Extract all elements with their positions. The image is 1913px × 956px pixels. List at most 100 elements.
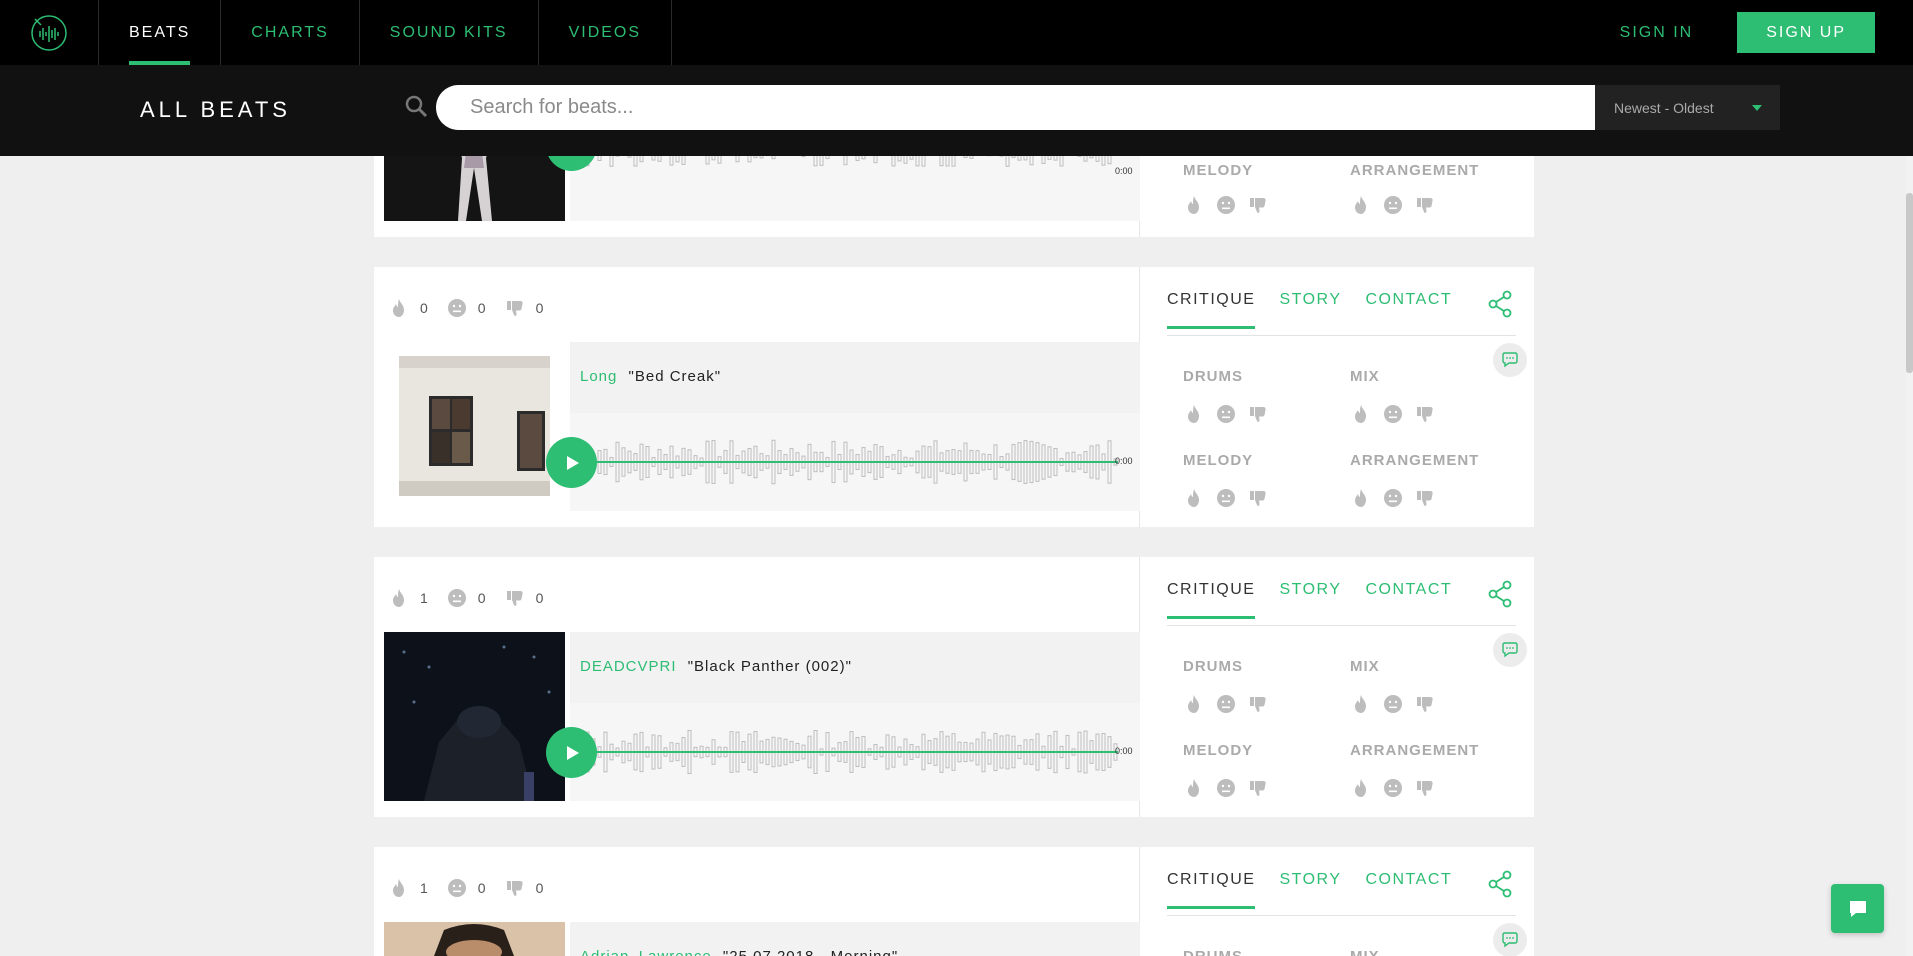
tab-contact[interactable]: CONTACT xyxy=(1366,291,1453,329)
track-info: Adrian_Lawrence "25.07.2018 - Morning" xyxy=(570,922,1140,956)
reaction-counts: 1 0 0 xyxy=(388,587,561,609)
tab-critique[interactable]: CRITIQUE xyxy=(1167,291,1256,329)
thumbs-down-icon[interactable] xyxy=(1414,693,1436,715)
comment-icon[interactable] xyxy=(1493,923,1527,956)
tab-contact[interactable]: CONTACT xyxy=(1366,581,1453,619)
fire-icon[interactable] xyxy=(1350,693,1372,715)
tab-critique[interactable]: CRITIQUE xyxy=(1167,871,1256,909)
thumbs-down-icon[interactable] xyxy=(1414,403,1436,425)
beat-thumbnail[interactable] xyxy=(399,356,550,496)
share-icon[interactable] xyxy=(1485,289,1515,319)
thumbs-down-icon[interactable] xyxy=(1247,487,1269,509)
critique-rating-arrangement xyxy=(1350,487,1446,509)
neutral-face-icon[interactable] xyxy=(1382,777,1404,799)
beat-thumbnail[interactable] xyxy=(384,632,565,801)
tab-story[interactable]: STORY xyxy=(1279,581,1341,619)
neutral-count: 0 xyxy=(477,590,486,606)
nav-sound-kits[interactable]: SOUND KITS xyxy=(360,0,539,65)
sign-up-button[interactable]: SIGN UP xyxy=(1737,12,1875,53)
critique-label-mix: MIX xyxy=(1350,948,1380,956)
tab-critique[interactable]: CRITIQUE xyxy=(1167,581,1256,619)
fire-count: 1 xyxy=(420,880,428,896)
chevron-down-icon xyxy=(1752,105,1762,111)
critique-rating-drums xyxy=(1183,403,1279,425)
thumbs-down-icon[interactable] xyxy=(504,297,526,319)
neutral-face-icon[interactable] xyxy=(1382,403,1404,425)
comment-icon[interactable] xyxy=(1493,343,1527,377)
nav-charts[interactable]: CHARTS xyxy=(221,0,360,65)
neutral-face-icon[interactable] xyxy=(1382,194,1404,216)
thumbs-down-icon[interactable] xyxy=(504,877,526,899)
track-title: "Bed Creak" xyxy=(628,368,722,385)
waveform-bars xyxy=(570,439,1118,485)
thumbs-down-icon[interactable] xyxy=(1247,693,1269,715)
dislike-count: 0 xyxy=(535,590,544,606)
play-button[interactable] xyxy=(546,437,597,488)
nav-beats[interactable]: BEATS xyxy=(99,0,222,65)
neutral-count: 0 xyxy=(477,300,486,316)
critique-label-melody: MELODY xyxy=(1183,452,1254,469)
nav-videos[interactable]: VIDEOS xyxy=(539,0,673,65)
neutral-face-icon[interactable] xyxy=(1215,487,1237,509)
artist-link[interactable]: Adrian_Lawrence xyxy=(580,948,712,956)
chat-button[interactable] xyxy=(1831,884,1884,933)
share-icon[interactable] xyxy=(1485,869,1515,899)
thumbs-down-icon[interactable] xyxy=(1414,777,1436,799)
neutral-face-icon[interactable] xyxy=(1382,693,1404,715)
fire-icon[interactable] xyxy=(1350,403,1372,425)
fire-icon[interactable] xyxy=(1183,487,1205,509)
critique-label-drums: DRUMS xyxy=(1183,368,1243,385)
play-button[interactable] xyxy=(546,727,597,778)
share-icon[interactable] xyxy=(1485,579,1515,609)
neutral-face-icon[interactable] xyxy=(1215,693,1237,715)
thumbs-down-icon[interactable] xyxy=(1414,194,1436,216)
sort-selected-label: Newest - Oldest xyxy=(1614,99,1714,116)
beat-thumbnail[interactable] xyxy=(384,922,565,956)
fire-icon[interactable] xyxy=(1350,487,1372,509)
scrollbar-thumb[interactable] xyxy=(1906,193,1913,373)
tab-contact[interactable]: CONTACT xyxy=(1366,871,1453,909)
logo[interactable] xyxy=(0,0,99,65)
fire-icon[interactable] xyxy=(1183,777,1205,799)
critique-label-melody: MELODY xyxy=(1183,162,1254,179)
critique-label-mix: MIX xyxy=(1350,658,1380,675)
neutral-face-icon[interactable] xyxy=(446,297,468,319)
thumbs-down-icon[interactable] xyxy=(1247,403,1269,425)
search-input[interactable] xyxy=(436,85,1595,130)
fire-icon[interactable] xyxy=(1350,194,1372,216)
page-title: ALL BEATS xyxy=(140,97,291,122)
fire-icon[interactable] xyxy=(388,877,410,899)
neutral-face-icon[interactable] xyxy=(1215,403,1237,425)
fire-count: 0 xyxy=(420,300,428,316)
neutral-face-icon[interactable] xyxy=(1215,777,1237,799)
sign-in-link[interactable]: SIGN IN xyxy=(1620,24,1694,42)
critique-rating-melody xyxy=(1183,487,1279,509)
neutral-face-icon[interactable] xyxy=(446,877,468,899)
fire-icon[interactable] xyxy=(1183,194,1205,216)
fire-icon[interactable] xyxy=(1350,777,1372,799)
thumbs-down-icon[interactable] xyxy=(1247,777,1269,799)
artist-link[interactable]: Long xyxy=(580,368,617,385)
comment-icon[interactable] xyxy=(1493,633,1527,667)
waveform[interactable] xyxy=(570,703,1140,801)
fire-icon[interactable] xyxy=(388,587,410,609)
artist-link[interactable]: DEADCVPRI xyxy=(580,658,677,675)
fire-icon[interactable] xyxy=(1183,693,1205,715)
waveform-logo-icon xyxy=(31,14,67,51)
critique-rating-arrangement xyxy=(1350,777,1446,799)
track-time: 0:00 xyxy=(1115,456,1133,466)
fire-icon[interactable] xyxy=(1183,403,1205,425)
neutral-face-icon[interactable] xyxy=(1215,194,1237,216)
tab-story[interactable]: STORY xyxy=(1279,291,1341,329)
waveform[interactable] xyxy=(570,413,1140,511)
critique-label-drums: DRUMS xyxy=(1183,948,1243,956)
thumbs-down-icon[interactable] xyxy=(1414,487,1436,509)
tab-story[interactable]: STORY xyxy=(1279,871,1341,909)
thumbs-down-icon[interactable] xyxy=(504,587,526,609)
neutral-face-icon[interactable] xyxy=(446,587,468,609)
fire-icon[interactable] xyxy=(388,297,410,319)
neutral-face-icon[interactable] xyxy=(1382,487,1404,509)
sort-dropdown[interactable]: Newest - Oldest xyxy=(1595,85,1780,130)
thumbs-down-icon[interactable] xyxy=(1247,194,1269,216)
critique-label-arrangement: ARRANGEMENT xyxy=(1350,742,1480,759)
